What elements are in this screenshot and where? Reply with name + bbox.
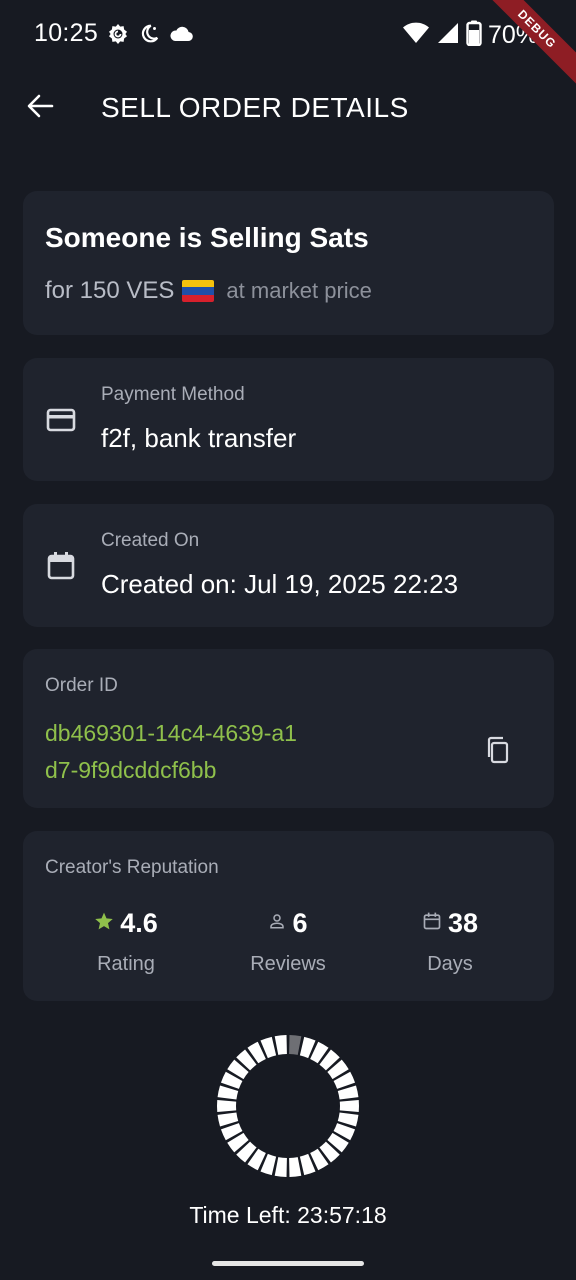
- summary-subtitle: for 150 VES at market price: [45, 277, 372, 305]
- payment-method-label: Payment Method: [101, 384, 245, 405]
- venezuela-flag-icon: [182, 280, 215, 302]
- cloud-icon: [168, 24, 194, 49]
- copy-icon[interactable]: [483, 735, 513, 765]
- credit-card-icon: [45, 404, 77, 436]
- wifi-icon: [402, 21, 430, 50]
- person-icon: [268, 912, 286, 935]
- rating-value: 4.6: [120, 907, 158, 938]
- days-caption: Days: [427, 953, 473, 975]
- creator-reputation-card: Creator's Reputation 4.6 Rating 6 Review…: [23, 831, 554, 1001]
- created-on-value: Created on: Jul 19, 2025 22:23: [101, 569, 459, 599]
- rating-caption: Rating: [97, 953, 155, 975]
- app-notification-icon: [106, 22, 130, 51]
- timer-segment-remaining: [217, 1100, 237, 1112]
- price-type-text: at market price: [226, 278, 372, 303]
- amount-text: for 150 VES: [45, 277, 175, 304]
- days-stat: 38 Days: [380, 903, 520, 976]
- calendar-icon: [45, 550, 77, 582]
- back-button[interactable]: [22, 90, 58, 126]
- timer-segment-remaining: [289, 1157, 302, 1177]
- created-on-card: Created On Created on: Jul 19, 2025 22:2…: [23, 504, 554, 627]
- reviews-stat: 6 Reviews: [218, 903, 358, 976]
- reviews-value: 6: [292, 907, 308, 938]
- payment-method-card: Payment Method f2f, bank transfer: [23, 358, 554, 481]
- countdown-timer-ring: [217, 1035, 359, 1177]
- timer-segment-remaining: [274, 1157, 287, 1177]
- home-indicator[interactable]: [212, 1261, 364, 1266]
- order-id-value[interactable]: db469301-14c4-4639-a1d7-9f9dcddcf6bb: [45, 715, 305, 789]
- status-bar: 10:25 70% DEBUG: [0, 0, 576, 97]
- summary-title: Someone is Selling Sats: [45, 222, 369, 253]
- payment-method-value: f2f, bank transfer: [101, 423, 297, 453]
- reviews-caption: Reviews: [250, 953, 326, 975]
- do-not-disturb-moon-icon: [138, 23, 160, 50]
- arrow-back-icon[interactable]: [25, 91, 55, 126]
- created-on-label: Created On: [101, 530, 200, 551]
- order-id-card: Order ID db469301-14c4-4639-a1d7-9f9dcdd…: [23, 649, 554, 808]
- timer-segment-elapsed: [289, 1035, 302, 1055]
- star-icon: [94, 911, 114, 936]
- app-bar: SELL ORDER DETAILS: [0, 70, 576, 146]
- page-title: SELL ORDER DETAILS: [101, 92, 409, 123]
- rating-stat: 4.6 Rating: [56, 903, 196, 976]
- time-left-text: Time Left: 23:57:18: [189, 1202, 387, 1228]
- days-value: 38: [447, 907, 479, 938]
- timer-segment-remaining: [339, 1100, 359, 1112]
- order-summary-card: Someone is Selling Sats for 150 VES at m…: [23, 191, 554, 335]
- reputation-label: Creator's Reputation: [45, 857, 219, 878]
- order-id-label: Order ID: [45, 675, 118, 696]
- battery-icon: [466, 20, 482, 51]
- calendar-small-icon: [422, 911, 442, 936]
- status-icons-left: [106, 22, 194, 51]
- timer-segment-remaining: [274, 1035, 287, 1055]
- cellular-signal-icon: [436, 21, 460, 50]
- status-time: 10:25: [34, 19, 99, 47]
